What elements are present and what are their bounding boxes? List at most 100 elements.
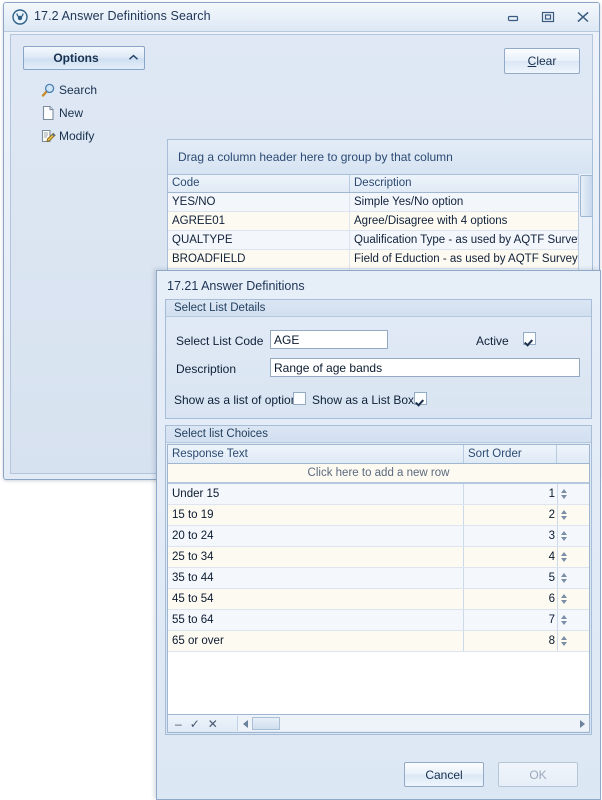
show-as-list-box-label: Show as a List Box bbox=[312, 393, 414, 407]
select-list-code-label: Select List Code bbox=[176, 334, 263, 348]
cell-response-text: Under 15 bbox=[168, 484, 464, 504]
cell-response-text: 65 or over bbox=[168, 631, 464, 651]
scrollbar-thumb[interactable] bbox=[580, 175, 593, 217]
new-document-icon bbox=[37, 104, 59, 122]
show-as-list-of-options-checkbox[interactable] bbox=[293, 392, 306, 405]
sort-order-spinner[interactable] bbox=[557, 610, 570, 630]
list-item[interactable]: Under 151 bbox=[168, 484, 589, 505]
cell-sort-order: 6 bbox=[464, 589, 557, 609]
edit-pencil-icon bbox=[37, 127, 59, 145]
screen: 17.2 Answer Definitions Search bbox=[0, 0, 602, 800]
choices-header-row: Response Text Sort Order bbox=[168, 445, 589, 464]
window-title: 17.2 Answer Definitions Search bbox=[34, 9, 211, 23]
active-label: Active bbox=[476, 334, 509, 348]
cell-sort-order: 1 bbox=[464, 484, 557, 504]
sort-order-spinner[interactable] bbox=[557, 484, 570, 504]
window-titlebar[interactable]: 17.2 Answer Definitions Search bbox=[4, 3, 599, 32]
ok-button: OK bbox=[498, 762, 578, 787]
cell-description: Field of Eduction - as used by AQTF Surv… bbox=[350, 250, 586, 268]
answer-definitions-dialog: 17.21 Answer Definitions Select List Det… bbox=[156, 270, 601, 800]
cell-description: Agree/Disagree with 4 options bbox=[350, 212, 586, 230]
table-row[interactable]: BROADFIELDField of Eduction - as used by… bbox=[168, 250, 592, 269]
cell-code: YES/NO bbox=[168, 193, 350, 211]
dialog-title: 17.21 Answer Definitions bbox=[167, 279, 305, 293]
scroll-left-icon[interactable] bbox=[238, 720, 252, 728]
column-header-code[interactable]: Code bbox=[168, 175, 350, 192]
cell-sort-order: 4 bbox=[464, 547, 557, 567]
sort-order-spinner[interactable] bbox=[557, 568, 570, 588]
minus-icon[interactable]: – bbox=[175, 718, 182, 730]
sort-order-spinner[interactable] bbox=[557, 631, 570, 651]
description-input[interactable]: Range of age bands bbox=[270, 358, 580, 377]
cell-response-text: 20 to 24 bbox=[168, 526, 464, 546]
sort-order-spinner[interactable] bbox=[557, 526, 570, 546]
cell-sort-order: 3 bbox=[464, 526, 557, 546]
description-label: Description bbox=[176, 362, 236, 376]
sort-order-spinner[interactable] bbox=[557, 589, 570, 609]
cell-response-text: 35 to 44 bbox=[168, 568, 464, 588]
column-header-response-text[interactable]: Response Text bbox=[168, 445, 464, 463]
choices-grid[interactable]: Response Text Sort Order Click here to a… bbox=[167, 444, 590, 733]
sidebar-item-label: New bbox=[59, 106, 83, 120]
clear-button-label: lear bbox=[536, 54, 556, 68]
group-by-drop-area[interactable]: Drag a column header here to group by th… bbox=[168, 140, 592, 175]
magnifier-icon bbox=[37, 81, 59, 99]
restore-icon[interactable] bbox=[537, 7, 558, 26]
column-header-description[interactable]: Description bbox=[350, 175, 586, 192]
window-controls bbox=[502, 7, 593, 26]
select-list-code-input[interactable]: AGE bbox=[270, 330, 388, 349]
sort-order-spinner[interactable] bbox=[557, 547, 570, 567]
choices-horizontal-scrollbar[interactable] bbox=[237, 716, 589, 731]
choices-footer-toolbar: – ✓ ✕ bbox=[168, 714, 589, 732]
column-header-sort-order[interactable]: Sort Order bbox=[464, 445, 557, 463]
cell-code: QUALTYPE bbox=[168, 231, 350, 249]
cell-response-text: 55 to 64 bbox=[168, 610, 464, 630]
cell-sort-order: 8 bbox=[464, 631, 557, 651]
active-checkbox[interactable] bbox=[523, 332, 536, 345]
cell-code: BROADFIELD bbox=[168, 250, 350, 268]
list-item[interactable]: 45 to 546 bbox=[168, 589, 589, 610]
cross-icon[interactable]: ✕ bbox=[208, 718, 218, 730]
list-item[interactable]: 55 to 647 bbox=[168, 610, 589, 631]
list-item[interactable]: 20 to 243 bbox=[168, 526, 589, 547]
sidebar-item-search[interactable]: Search bbox=[37, 78, 157, 101]
app-logo-icon bbox=[12, 9, 28, 25]
sidebar-item-new[interactable]: New bbox=[37, 101, 157, 124]
cell-code: AGREE01 bbox=[168, 212, 350, 230]
sidebar-item-label: Search bbox=[59, 83, 97, 97]
cell-response-text: 15 to 19 bbox=[168, 505, 464, 525]
table-row[interactable]: QUALTYPEQualification Type - as used by … bbox=[168, 231, 592, 250]
cell-sort-order: 2 bbox=[464, 505, 557, 525]
cell-response-text: 45 to 54 bbox=[168, 589, 464, 609]
hscrollbar-thumb[interactable] bbox=[252, 717, 280, 730]
options-header-button[interactable]: Options bbox=[23, 46, 145, 70]
list-item[interactable]: 25 to 344 bbox=[168, 547, 589, 568]
choices-body: Under 15115 to 19220 to 24325 to 34435 t… bbox=[168, 484, 589, 652]
cell-sort-order: 7 bbox=[464, 610, 557, 630]
sidebar-item-label: Modify bbox=[59, 129, 94, 143]
sort-order-spinner[interactable] bbox=[557, 505, 570, 525]
list-item[interactable]: 15 to 192 bbox=[168, 505, 589, 526]
list-item[interactable]: 35 to 445 bbox=[168, 568, 589, 589]
group-caption: Select List Details bbox=[166, 300, 591, 317]
chevron-up-icon[interactable] bbox=[122, 53, 144, 64]
table-row[interactable]: AGREE01Agree/Disagree with 4 options bbox=[168, 212, 592, 231]
clear-button[interactable]: Clear bbox=[504, 48, 580, 74]
sidebar-item-modify[interactable]: Modify bbox=[37, 124, 157, 147]
select-list-choices-group: Select list Choices Response Text Sort O… bbox=[165, 425, 592, 735]
list-item[interactable]: 65 or over8 bbox=[168, 631, 589, 652]
cancel-button[interactable]: Cancel bbox=[404, 762, 484, 787]
show-as-list-of-options-label: Show as a list of options bbox=[174, 393, 303, 407]
close-icon[interactable] bbox=[572, 7, 593, 26]
cell-description: Simple Yes/No option bbox=[350, 193, 586, 211]
table-row[interactable]: YES/NOSimple Yes/No option bbox=[168, 193, 592, 212]
show-as-list-box-checkbox[interactable] bbox=[414, 392, 427, 405]
select-list-details-group: Select List Details Select List Code AGE… bbox=[165, 299, 592, 419]
cell-response-text: 25 to 34 bbox=[168, 547, 464, 567]
scroll-right-icon[interactable] bbox=[575, 720, 589, 728]
clear-button-accel: C bbox=[528, 54, 537, 68]
minimize-icon[interactable] bbox=[502, 7, 523, 26]
check-icon[interactable]: ✓ bbox=[190, 718, 200, 730]
add-new-row[interactable]: Click here to add a new row bbox=[168, 464, 589, 484]
group-caption: Select list Choices bbox=[166, 426, 591, 443]
